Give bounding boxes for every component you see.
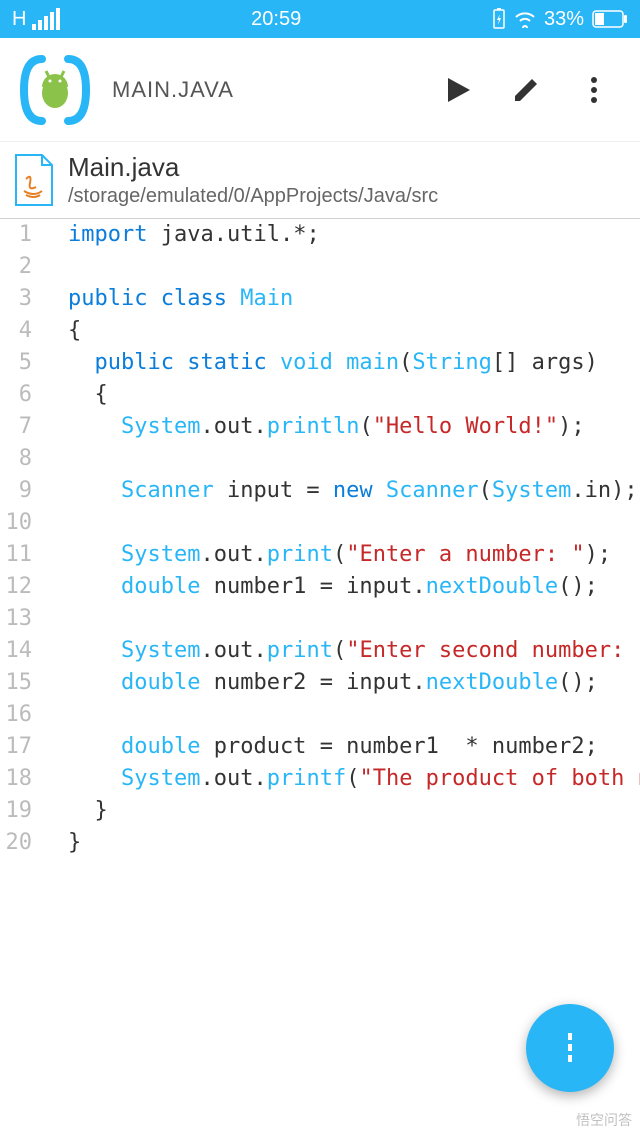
status-bar: H 20:59 33% — [0, 0, 640, 38]
app-logo-icon — [10, 45, 100, 135]
line-number: 9 — [0, 475, 32, 507]
line-number: 12 — [0, 571, 32, 603]
code-line[interactable]: public class Main — [68, 283, 640, 315]
wifi-icon — [514, 10, 536, 28]
status-left: H — [12, 8, 60, 31]
code-line[interactable]: import java.util.*; — [68, 219, 640, 251]
code-line[interactable]: System.out.print("Enter second number: "… — [68, 635, 640, 667]
line-number: 1 — [0, 219, 32, 251]
file-header[interactable]: Main.java /storage/emulated/0/AppProject… — [0, 142, 640, 219]
watermark: 悟空问答 — [576, 1110, 632, 1130]
line-number: 14 — [0, 635, 32, 667]
line-number: 15 — [0, 667, 32, 699]
app-bar: MAIN.JAVA — [0, 38, 640, 142]
line-number: 2 — [0, 251, 32, 283]
line-number: 6 — [0, 379, 32, 411]
code-line[interactable]: Scanner input = new Scanner(System.in); — [68, 475, 640, 507]
line-number: 17 — [0, 731, 32, 763]
battery-pct: 33% — [544, 8, 584, 31]
file-info: Main.java /storage/emulated/0/AppProject… — [68, 152, 438, 208]
status-time: 20:59 — [251, 8, 301, 31]
code-editor[interactable]: 1234567891011121314151617181920 import j… — [0, 219, 640, 859]
line-number: 5 — [0, 347, 32, 379]
line-number: 19 — [0, 795, 32, 827]
code-line[interactable]: System.out.print("Enter a number: "); — [68, 539, 640, 571]
fab-button[interactable] — [526, 1004, 614, 1092]
code-line[interactable] — [68, 603, 640, 635]
line-number: 11 — [0, 539, 32, 571]
line-number: 16 — [0, 699, 32, 731]
line-number: 13 — [0, 603, 32, 635]
code-line[interactable] — [68, 699, 640, 731]
signal-icon — [32, 8, 60, 30]
file-path: /storage/emulated/0/AppProjects/Java/src — [68, 185, 438, 208]
code-line[interactable] — [68, 507, 640, 539]
play-icon — [444, 76, 472, 104]
more-vert-icon — [565, 1031, 575, 1065]
code-line[interactable]: { — [68, 315, 640, 347]
line-number-gutter: 1234567891011121314151617181920 — [0, 219, 44, 859]
code-line[interactable]: } — [68, 795, 640, 827]
toolbar — [442, 74, 630, 106]
line-number: 8 — [0, 443, 32, 475]
status-right: 33% — [492, 8, 628, 31]
menu-button[interactable] — [578, 74, 610, 106]
more-vert-icon — [589, 76, 599, 104]
file-name: Main.java — [68, 152, 438, 183]
code-line[interactable]: double number1 = input.nextDouble(); — [68, 571, 640, 603]
code-area[interactable]: import java.util.*;public class Main{ pu… — [44, 219, 640, 859]
line-number: 18 — [0, 763, 32, 795]
edit-button[interactable] — [510, 74, 542, 106]
line-number: 20 — [0, 827, 32, 859]
app-title: MAIN.JAVA — [112, 77, 442, 103]
line-number: 4 — [0, 315, 32, 347]
line-number: 10 — [0, 507, 32, 539]
code-line[interactable]: public static void main(String[] args) — [68, 347, 640, 379]
code-line[interactable] — [68, 251, 640, 283]
charging-icon — [492, 8, 506, 30]
pencil-icon — [512, 76, 540, 104]
line-number: 7 — [0, 411, 32, 443]
line-number: 3 — [0, 283, 32, 315]
code-line[interactable]: System.out.printf("The product of both n… — [68, 763, 640, 795]
network-type: H — [12, 8, 26, 31]
code-line[interactable]: { — [68, 379, 640, 411]
code-line[interactable]: double number2 = input.nextDouble(); — [68, 667, 640, 699]
java-file-icon — [12, 153, 56, 207]
code-line[interactable]: } — [68, 827, 640, 859]
battery-icon — [592, 10, 628, 28]
code-line[interactable]: double product = number1 * number2; — [68, 731, 640, 763]
run-button[interactable] — [442, 74, 474, 106]
code-line[interactable]: System.out.println("Hello World!"); — [68, 411, 640, 443]
code-line[interactable] — [68, 443, 640, 475]
